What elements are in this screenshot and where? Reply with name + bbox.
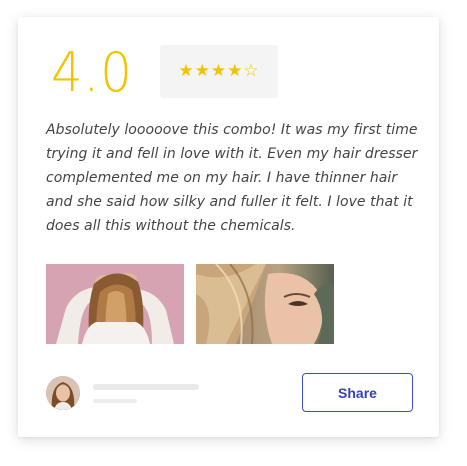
reviewer-avatar[interactable] [46,376,80,410]
review-photo-face-closeup[interactable] [196,264,334,344]
photo-face-closeup-image [196,264,334,344]
rating-score: 4.0 [51,41,133,104]
reviewer-name-placeholder [93,384,199,390]
review-text: Absolutely looooove this combo! It was m… [46,122,418,234]
review-photo-hair-back[interactable] [46,264,184,344]
photo-hair-back-image [46,264,184,344]
reviewer-avatar-image [46,376,80,410]
star-rating-box: ★★★★☆ [160,45,278,98]
review-card: 4.0 ★★★★☆ Absolutely looooove this combo… [18,17,439,437]
share-button[interactable]: Share [302,373,413,412]
star-rating-icons: ★★★★☆ [178,61,260,81]
review-date-placeholder [93,399,137,403]
